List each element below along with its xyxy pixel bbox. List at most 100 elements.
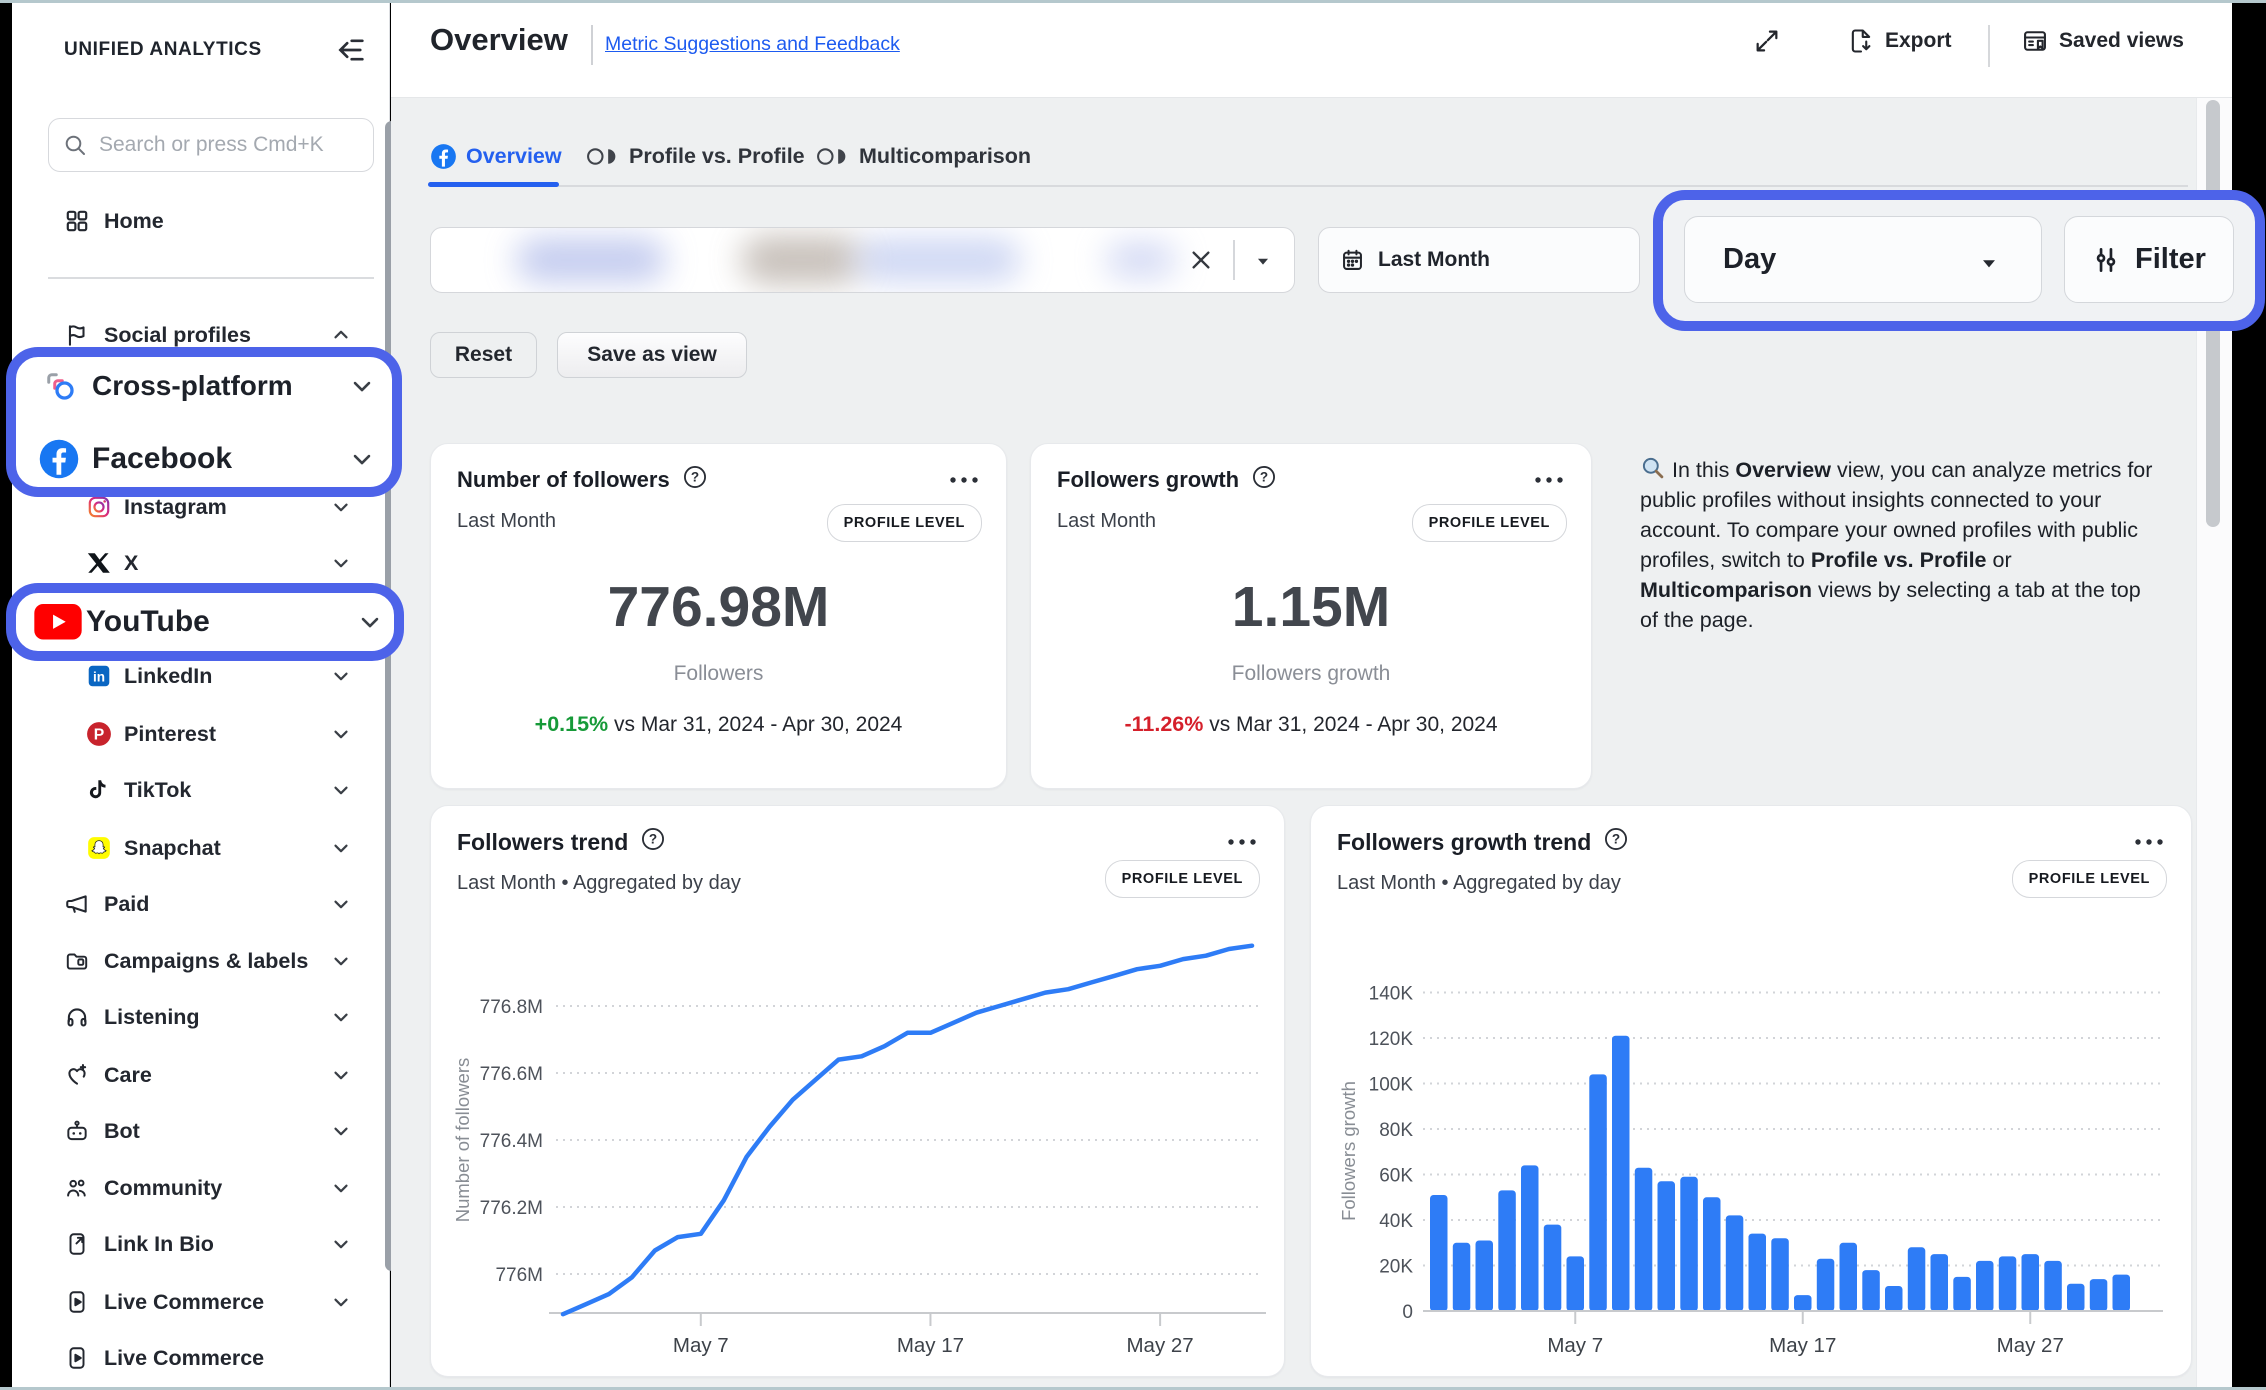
saved-views-button[interactable]: Saved views xyxy=(2021,27,2184,55)
followers-trend-chart: 776.8M776.6M776.4M776.2M776MMay 7May 17M… xyxy=(431,806,1284,1376)
search-box[interactable] xyxy=(48,118,374,172)
svg-text:776.8M: 776.8M xyxy=(480,997,543,1018)
chevron-down-icon xyxy=(1976,250,2002,276)
tab-overview[interactable]: Overview xyxy=(430,143,562,170)
save-as-view-label: Save as view xyxy=(587,343,717,367)
sidebar-item-home[interactable]: Home xyxy=(12,198,382,244)
tab-multicomparison[interactable]: Multicomparison xyxy=(815,143,1031,170)
filter-button[interactable]: Filter xyxy=(2064,216,2234,303)
svg-text:100K: 100K xyxy=(1369,1075,1414,1096)
bot-icon xyxy=(64,1118,90,1144)
save-as-view-button[interactable]: Save as view xyxy=(557,332,747,378)
header-separator xyxy=(1988,25,1990,67)
profile-selector[interactable] xyxy=(430,227,1295,293)
card-menu-button[interactable] xyxy=(1533,472,1565,490)
growth-value-label: Followers growth xyxy=(1031,662,1591,686)
sidebar: UNIFIED ANALYTICS Home Social profiles I… xyxy=(12,3,390,1387)
instagram-icon xyxy=(86,494,112,520)
care-heart-icon xyxy=(64,1062,90,1088)
expand-icon xyxy=(1753,27,1781,55)
sidebar-item-label: Paid xyxy=(104,892,149,917)
sidebar-item-community[interactable]: Community xyxy=(12,1165,382,1211)
cross-platform-icon xyxy=(42,368,78,404)
sidebar-item-bot[interactable]: Bot xyxy=(12,1108,382,1154)
chevron-down-icon xyxy=(330,779,352,801)
sidebar-item-label: Home xyxy=(104,209,164,234)
svg-text:40K: 40K xyxy=(1379,1211,1413,1232)
magnifier-icon xyxy=(1640,455,1666,481)
pinterest-icon: P xyxy=(86,721,112,747)
card-period: Last Month xyxy=(1057,510,1156,533)
megaphone-icon xyxy=(64,891,90,917)
blurred-profile-chip xyxy=(516,238,666,282)
help-icon[interactable]: ? xyxy=(682,464,708,496)
clear-selection-button[interactable] xyxy=(1185,244,1217,276)
live-commerce-icon xyxy=(64,1289,90,1315)
selector-dropdown-caret[interactable] xyxy=(1252,250,1274,277)
tab-profile-vs-profile[interactable]: Profile vs. Profile xyxy=(585,143,805,170)
sidebar-item-link-in-bio[interactable]: Link In Bio xyxy=(12,1221,382,1267)
sidebar-item-label: X xyxy=(124,551,138,576)
sidebar-collapse-button[interactable] xyxy=(334,33,368,67)
sidebar-item-paid[interactable]: Paid xyxy=(12,881,382,927)
sidebar-item-listening[interactable]: Listening xyxy=(12,994,382,1040)
card-menu-button[interactable] xyxy=(948,472,980,490)
tab-bar-border xyxy=(430,185,2188,187)
date-range-value: Last Month xyxy=(1378,248,1490,272)
sidebar-item-tiktok[interactable]: TikTok xyxy=(12,767,382,813)
aggregation-dropdown[interactable]: Day xyxy=(1684,216,2042,303)
svg-text:Followers growth: Followers growth xyxy=(1338,1081,1359,1221)
compare-icon xyxy=(815,143,850,170)
sidebar-item-label: Live Commerce xyxy=(104,1346,264,1371)
folder-tag-icon xyxy=(64,948,90,974)
sidebar-item-live-commerce[interactable]: Live Commerce xyxy=(12,1279,382,1325)
sidebar-item-label: LinkedIn xyxy=(124,664,212,689)
followers-value: 776.98M xyxy=(431,574,1006,640)
app-title: UNIFIED ANALYTICS xyxy=(64,39,262,61)
reset-label: Reset xyxy=(455,343,512,367)
tab-label: Profile vs. Profile xyxy=(629,144,805,169)
blurred-profile-chip xyxy=(1106,242,1176,278)
profile-level-badge: PROFILE LEVEL xyxy=(1412,504,1567,542)
sidebar-item-x[interactable]: X xyxy=(12,540,382,586)
card-title: Followers growth? xyxy=(1057,464,1277,496)
sidebar-item-campaigns-labels[interactable]: Campaigns & labels xyxy=(12,938,382,984)
sidebar-item-label: TikTok xyxy=(124,778,191,803)
sidebar-item-facebook-highlighted[interactable]: Facebook xyxy=(12,435,392,483)
delta-badge: +0.15% xyxy=(535,712,609,736)
expand-view-button[interactable] xyxy=(1753,27,1781,55)
sidebar-item-label: YouTube xyxy=(86,605,210,639)
date-range-selector[interactable]: Last Month xyxy=(1318,227,1640,293)
followers-trend-card: Followers trend? Last Month • Aggregated… xyxy=(430,805,1285,1377)
linkedin-icon: in xyxy=(86,663,112,689)
svg-text:in: in xyxy=(93,669,105,684)
reset-button[interactable]: Reset xyxy=(430,332,537,378)
community-icon xyxy=(64,1175,90,1201)
tiktok-icon xyxy=(86,777,112,803)
export-icon xyxy=(1847,27,1875,55)
close-icon xyxy=(1185,244,1217,276)
sidebar-item-label: Social profiles xyxy=(104,323,251,348)
overview-info-text: In this Overview view, you can analyze m… xyxy=(1640,455,2156,635)
chevron-down-icon xyxy=(330,1064,352,1086)
calendar-icon xyxy=(1339,247,1366,274)
sidebar-item-snapchat[interactable]: Snapchat xyxy=(12,825,382,871)
sidebar-item-cross-platform-highlighted[interactable]: Cross-platform xyxy=(12,362,392,410)
sidebar-item-care[interactable]: Care xyxy=(12,1052,382,1098)
svg-text:776.4M: 776.4M xyxy=(480,1131,543,1152)
sidebar-item-label: Snapchat xyxy=(124,836,221,861)
export-button[interactable]: Export xyxy=(1847,27,1952,55)
sidebar-item-youtube-highlighted[interactable]: YouTube xyxy=(12,598,392,646)
chevron-down-icon xyxy=(1252,250,1274,272)
sidebar-item-live-commerce[interactable]: Live Commerce xyxy=(12,1335,382,1381)
svg-text:?: ? xyxy=(691,470,699,485)
sidebar-item-label: Instagram xyxy=(124,495,227,520)
sidebar-item-pinterest[interactable]: P Pinterest xyxy=(12,711,382,757)
search-input[interactable] xyxy=(97,132,351,158)
svg-text:May 7: May 7 xyxy=(1547,1334,1603,1357)
help-icon[interactable]: ? xyxy=(1251,464,1277,496)
chevron-down-icon xyxy=(330,1006,352,1028)
compare-range: vs Mar 31, 2024 - Apr 30, 2024 xyxy=(1209,713,1497,736)
svg-text:P: P xyxy=(94,727,104,744)
metric-suggestions-link[interactable]: Metric Suggestions and Feedback xyxy=(605,33,900,56)
